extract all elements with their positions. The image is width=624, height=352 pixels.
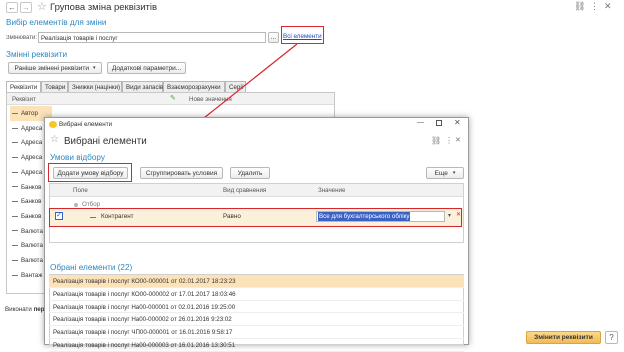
dialog-close-small-icon[interactable]: ✕ (455, 136, 461, 144)
dash-icon (90, 217, 96, 218)
chevron-down-icon: ▾ (452, 170, 456, 176)
filter-comparison-value: Равно (223, 213, 241, 220)
filter-value-clear-icon[interactable]: ✕ (456, 211, 461, 218)
dialog-window-title: Вибрані елементи (59, 121, 113, 128)
list-item[interactable]: Реалізація товарів і послуг На00-000001 … (49, 301, 464, 314)
group-conditions-button[interactable]: Сгруппировать условия (140, 167, 223, 179)
list-item[interactable]: Реалізація товарів і послуг КО00-000001 … (49, 275, 464, 288)
list-item[interactable]: Реалізація товарів і послуг На00-000002 … (49, 313, 464, 327)
filter-root-dot-icon (74, 203, 78, 207)
add-condition-button[interactable]: Додати умову відбору (53, 167, 128, 179)
dialog-more-icon[interactable]: ⋮ (445, 136, 453, 145)
filter-value-dropdown-icon[interactable]: ▾ (448, 212, 451, 219)
minimize-icon[interactable]: — (417, 119, 424, 126)
filter-field-value: Контрагент (101, 213, 134, 220)
list-item[interactable]: Реалізація товарів і послуг На00-000003 … (49, 339, 464, 352)
col-value-header: Значение (318, 187, 346, 194)
filter-root-label: Отбор (82, 201, 101, 208)
filter-section-heading: Умови відбору (50, 153, 105, 162)
col-comparison-header: Вид сравнения (223, 187, 267, 194)
dialog-heading: Вибрані елементи (64, 136, 147, 147)
delete-button[interactable]: Удалить (230, 167, 270, 179)
app-logo-icon (49, 121, 57, 128)
dialog-favorite-star-icon[interactable]: ☆ (50, 134, 59, 145)
dialog-close-icon[interactable]: ✕ (454, 118, 461, 127)
col-field-header: Поле (73, 187, 88, 194)
filter-use-checkbox[interactable]: ✓ (55, 212, 63, 220)
dialog-link-icon[interactable]: ⛓ (431, 136, 441, 145)
selected-elements-heading: Обрані елементи (22) (50, 263, 133, 272)
list-item[interactable]: Реалізація товарів і послуг КО00-000002 … (49, 288, 464, 301)
more-button[interactable]: Еще ▾ (426, 167, 464, 179)
list-item[interactable]: Реалізація товарів і послуг ЧП00-000001 … (49, 326, 464, 339)
filter-value-text: Все для бухгалтерського обліку (318, 212, 411, 221)
maximize-icon[interactable] (436, 120, 442, 126)
